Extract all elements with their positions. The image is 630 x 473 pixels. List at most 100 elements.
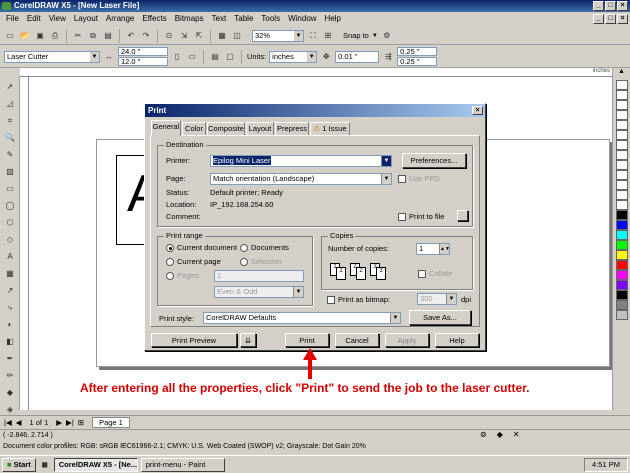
color-swatch[interactable] [616,160,628,170]
zoom-tool-icon[interactable]: 🔍 [3,131,17,145]
duplicate-x-field[interactable]: 0.25 " [397,47,438,56]
color-swatch[interactable] [616,200,628,210]
taskbar-coreldraw[interactable]: CorelDRAW X5 - [Ne... [53,457,138,472]
dialog-close-button[interactable]: × [472,106,483,115]
menu-file[interactable]: File [2,12,23,26]
tab-issues[interactable]: ⚠ 1 Issue [310,122,350,135]
snap-settings-icon[interactable]: ⊞ [322,30,334,42]
units-select[interactable]: inches ▼ [269,50,318,63]
pick-tool-icon[interactable]: ➚ [3,80,17,94]
outline-pen-icon[interactable]: ✏ [3,369,17,383]
color-swatch[interactable] [616,170,628,180]
menu-text[interactable]: Text [208,12,231,26]
rectangle-tool-icon[interactable]: ▭ [3,182,17,196]
first-page-icon[interactable]: |◀ [4,418,12,427]
page-preset-select[interactable]: Laser Cutter ▼ [4,50,100,63]
table-tool-icon[interactable]: ▦ [3,267,17,281]
portrait-icon[interactable]: ▯ [171,51,183,63]
freehand-tool-icon[interactable]: ✎ [3,148,17,162]
menu-effects[interactable]: Effects [138,12,170,26]
color-swatch[interactable] [616,260,628,270]
bitmap-dpi-field[interactable]: 300 ▼ [417,293,457,305]
color-swatch[interactable] [616,240,628,250]
blend-tool-icon[interactable]: ◐ [3,318,17,332]
close-button[interactable]: × [617,1,628,11]
quicklaunch-icon[interactable]: ◼ [39,459,51,471]
color-swatch[interactable] [616,140,628,150]
menu-arrange[interactable]: Arrange [102,12,138,26]
current-page-radio[interactable] [166,258,174,266]
options-icon[interactable]: ⚙ [381,30,393,42]
save-icon[interactable]: ▣ [34,30,46,42]
search-content-icon[interactable]: ⊙ [163,30,175,42]
help-button[interactable]: Help [435,333,479,347]
page-height-field[interactable]: 12.0 " [118,57,168,66]
tab-general[interactable]: General [151,120,181,136]
tab-color[interactable]: Color [182,122,206,135]
print-preview-button[interactable]: Print Preview [151,333,237,347]
redo-icon[interactable]: ↷ [140,30,152,42]
fill-status-icon[interactable]: ◆ [497,430,503,439]
selection-radio[interactable] [240,258,248,266]
color-swatch[interactable] [616,180,628,190]
color-swatch[interactable] [616,110,628,120]
color-swatch[interactable] [616,130,628,140]
paste-icon[interactable]: ▤ [102,30,114,42]
page-1-tab[interactable]: Page 1 [92,416,130,428]
current-document-radio[interactable] [166,244,174,252]
maximize-button[interactable]: □ [605,1,616,11]
fill-tool-icon[interactable]: ◆ [3,386,17,400]
color-swatch[interactable] [616,230,628,240]
tab-prepress[interactable]: Prepress [275,122,309,135]
import-icon[interactable]: ⇲ [178,30,190,42]
eyedropper-tool-icon[interactable]: ✒ [3,352,17,366]
color-swatch[interactable] [616,280,628,290]
menu-table[interactable]: Table [230,12,257,26]
cancel-button[interactable]: Cancel [335,333,379,347]
taskbar-paint[interactable]: print-menu - Paint [140,457,225,472]
ellipse-tool-icon[interactable]: ◯ [3,199,17,213]
collate-checkbox[interactable] [418,270,426,278]
tab-composite[interactable]: Composite [207,122,245,135]
menu-edit[interactable]: Edit [23,12,45,26]
smart-fill-icon[interactable]: ▧ [3,165,17,179]
color-swatch[interactable] [616,80,628,90]
connector-tool-icon[interactable]: ⤷ [3,301,17,315]
vertical-ruler[interactable] [20,77,29,410]
color-swatch[interactable] [616,270,628,280]
color-swatch[interactable] [616,190,628,200]
apply-button[interactable]: Apply [385,333,429,347]
basic-shapes-icon[interactable]: ◇ [3,233,17,247]
next-page-icon[interactable]: ▶ [56,418,62,427]
preview-expand-button[interactable]: ⇊ [240,333,256,347]
color-swatch[interactable] [616,120,628,130]
print-button[interactable]: Print [285,333,329,347]
color-swatch[interactable] [616,210,628,220]
menu-tools[interactable]: Tools [257,12,284,26]
menu-layout[interactable]: Layout [70,12,102,26]
color-swatch[interactable] [616,150,628,160]
printer-select[interactable]: Epilog Mini Laser ▼ [210,155,392,167]
color-swatch[interactable] [616,250,628,260]
print-style-select[interactable]: CorelDRAW Defaults ▼ [203,312,401,324]
save-as-button[interactable]: Save As... [409,310,471,325]
pages-radio[interactable] [166,272,174,280]
doc-restore-button[interactable]: □ [605,14,616,24]
new-document-icon[interactable]: ▭ [4,30,16,42]
cut-icon[interactable]: ✂ [72,30,84,42]
app-launcher-icon[interactable]: ▦ [216,30,228,42]
color-swatch[interactable] [616,90,628,100]
menu-bitmaps[interactable]: Bitmaps [171,12,208,26]
color-swatch[interactable] [616,310,628,320]
text-tool-icon[interactable]: A [3,250,17,264]
page-orientation-select[interactable]: Match orientation (Landscape) ▼ [210,173,392,185]
doc-minimize-button[interactable]: _ [593,14,604,24]
start-button[interactable]: ■ Start [2,457,36,472]
duplicate-y-field[interactable]: 0.25 " [397,57,438,66]
snap-to-dropdown[interactable]: Snap to [343,31,369,40]
tab-layout[interactable]: Layout [246,122,274,135]
horizontal-ruler[interactable]: inches [20,68,612,77]
doc-close-button[interactable]: × [617,14,628,24]
current-page-icon[interactable]: ▢ [224,51,236,63]
menu-help[interactable]: Help [321,12,345,26]
